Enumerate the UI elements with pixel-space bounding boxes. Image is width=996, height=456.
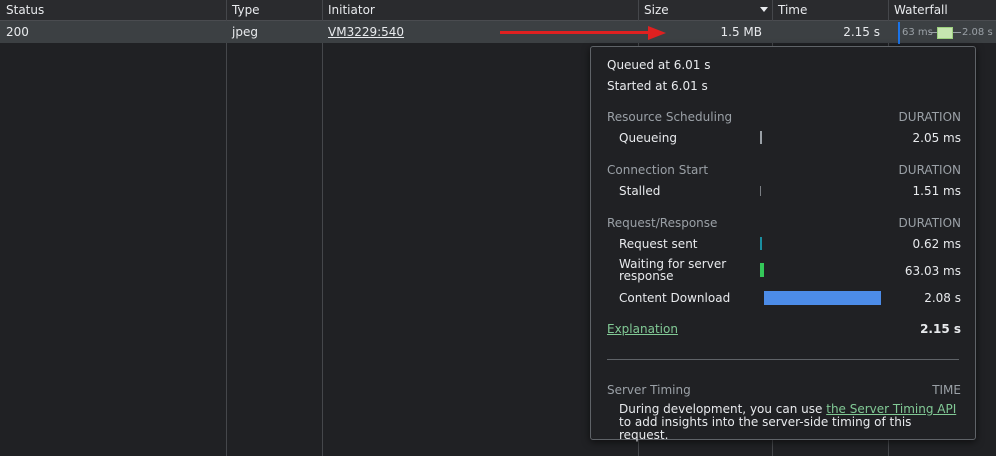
cell-initiator: VM3229:540 [322, 21, 522, 43]
explanation-link[interactable]: Explanation [607, 322, 678, 336]
row-stalled-label: Stalled [619, 184, 661, 198]
table-row[interactable]: 200 jpeg VM3229:540 1.5 MB 2.15 s [0, 21, 996, 43]
request-sent-bar [760, 237, 762, 250]
initiator-link[interactable]: VM3229:540 [328, 25, 404, 39]
content-download-bar [764, 291, 881, 305]
table-header: Status Type Initiator Size Time Waterfal… [0, 0, 996, 21]
row-request-sent-label: Request sent [619, 237, 698, 251]
column-header-time[interactable]: Time [772, 0, 888, 20]
server-timing-time-header: TIME [932, 383, 961, 397]
duration-header: DURATION [898, 216, 961, 230]
waterfall-bar[interactable] [937, 27, 953, 39]
waterfall-marker [898, 22, 900, 44]
column-divider[interactable] [226, 0, 227, 456]
network-panel: Status Type Initiator Size Time Waterfal… [0, 0, 996, 456]
section-connection-start: Connection Start [607, 163, 709, 177]
stalled-bar [760, 186, 761, 196]
waterfall-right-label: 2.08 s [962, 27, 993, 38]
section-request-response: Request/Response [607, 216, 718, 230]
section-resource-scheduling: Resource Scheduling [607, 110, 733, 124]
column-header-type[interactable]: Type [226, 0, 322, 20]
row-waiting-value: 63.03 ms [904, 264, 961, 278]
server-timing-desc-prefix: During development, you can use [619, 402, 827, 416]
row-queueing-label: Queueing [619, 131, 677, 145]
column-header-size[interactable]: Size [638, 0, 770, 20]
column-header-initiator[interactable]: Initiator [322, 0, 636, 20]
queueing-bar [760, 131, 762, 144]
row-request-sent-value: 0.62 ms [912, 237, 961, 251]
row-content-download-label: Content Download [619, 291, 731, 305]
row-content-download-value: 2.08 s [924, 291, 961, 305]
duration-header: DURATION [898, 110, 961, 124]
red-arrow-icon [648, 26, 666, 40]
server-timing-desc-suffix: to add insights into the server-side tim… [619, 415, 912, 442]
red-arrow-shaft [500, 31, 652, 34]
popover-divider [607, 359, 959, 360]
started-at: Started at 6.01 s [607, 79, 708, 93]
waiting-label-line2: response [619, 269, 674, 283]
row-queueing-value: 2.05 ms [912, 131, 961, 145]
cell-status: 200 [6, 25, 29, 39]
server-timing-api-link[interactable]: the Server Timing API [826, 402, 956, 416]
total-time: 2.15 s [920, 322, 961, 336]
column-divider[interactable] [322, 0, 323, 456]
sort-descending-icon [760, 7, 768, 12]
cell-type: jpeg [232, 25, 258, 39]
waterfall-left-label: 63 ms [902, 27, 933, 38]
column-header-status[interactable]: Status [0, 0, 226, 20]
column-header-waterfall[interactable]: Waterfall [888, 0, 996, 20]
row-stalled-value: 1.51 ms [912, 184, 961, 198]
explanation-row: Explanation [607, 322, 678, 336]
cell-time: 2.15 s [843, 25, 880, 39]
server-timing-description: During development, you can use the Serv… [619, 403, 963, 442]
section-server-timing: Server Timing [607, 383, 691, 397]
timing-popover: Queued at 6.01 s Started at 6.01 s Resou… [590, 46, 976, 442]
waiting-bar [760, 263, 764, 277]
waterfall-whisker-right [953, 32, 961, 33]
waterfall-whisker-left [929, 32, 937, 33]
queued-at: Queued at 6.01 s [607, 58, 711, 72]
row-waiting-label: Waiting for server response [619, 258, 726, 282]
duration-header: DURATION [898, 163, 961, 177]
